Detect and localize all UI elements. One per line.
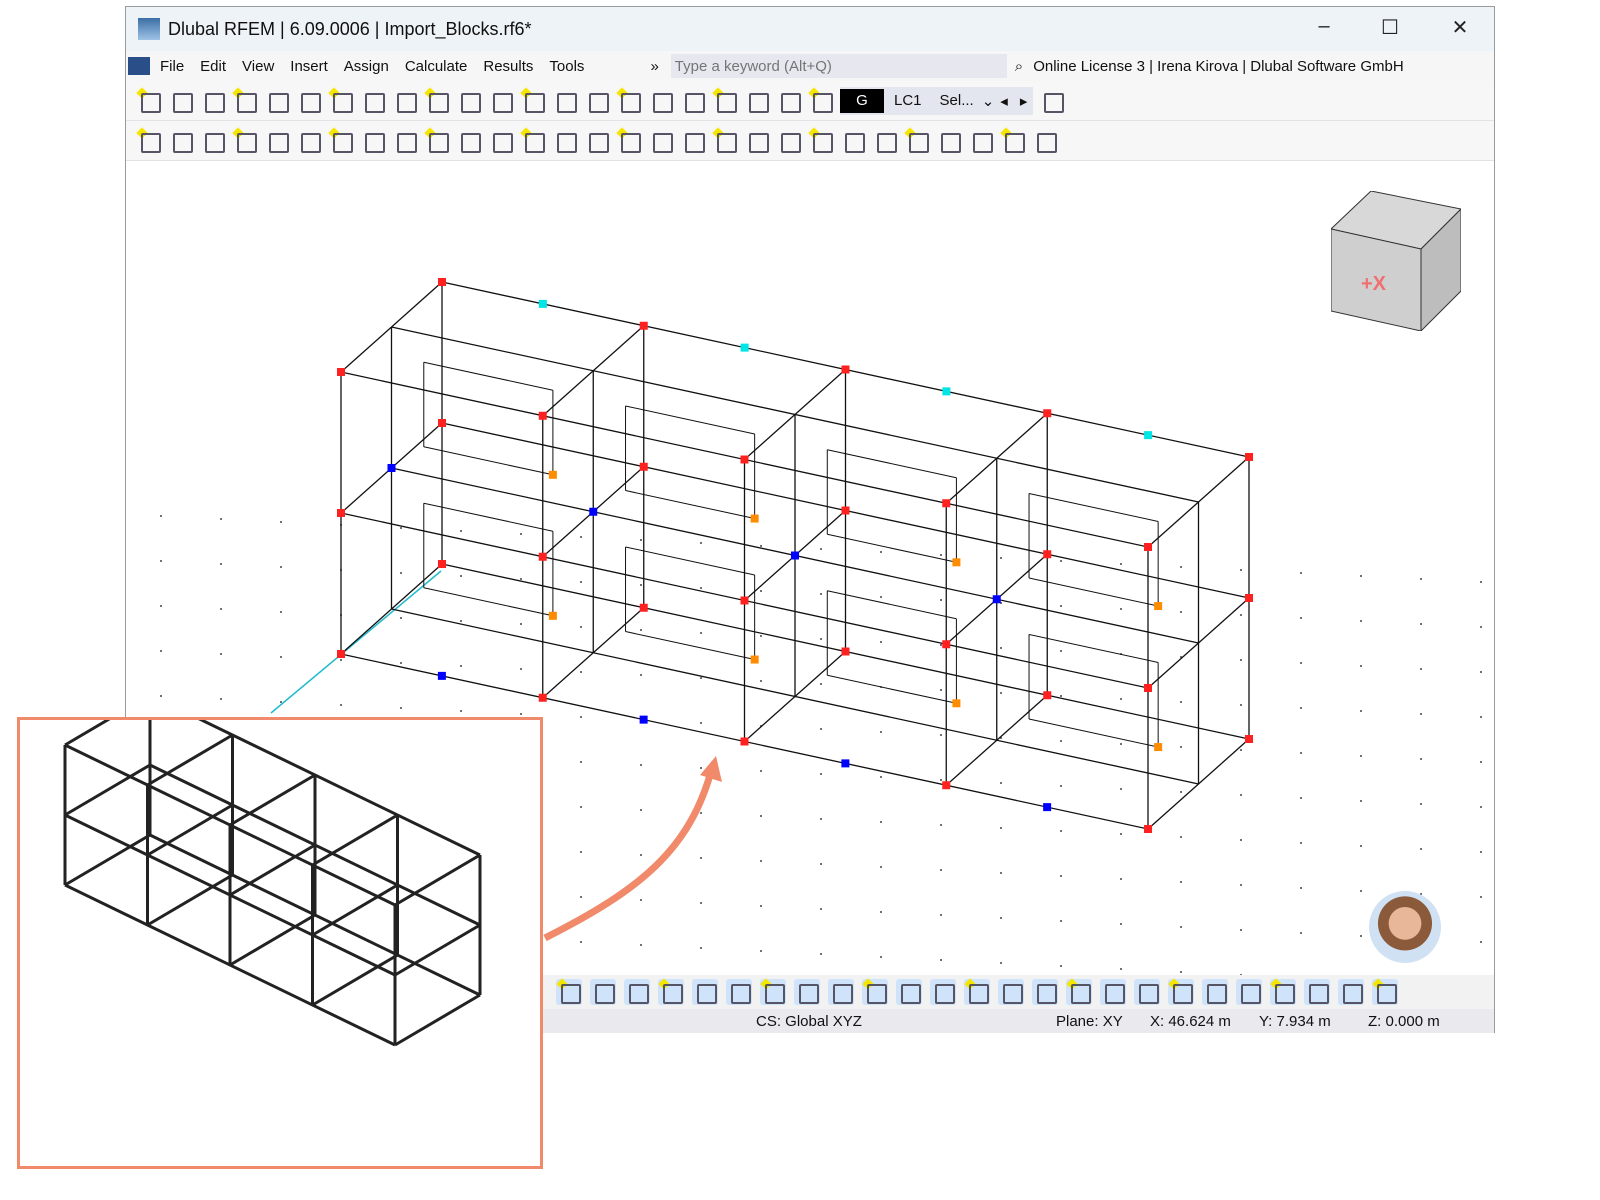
block-edge[interactable] xyxy=(394,923,481,977)
block-edge[interactable] xyxy=(229,913,316,967)
block-edge[interactable] xyxy=(394,993,481,1047)
block-edge[interactable] xyxy=(229,773,316,827)
block-edge[interactable] xyxy=(146,803,234,857)
imported-blocks-wireframe xyxy=(63,693,482,1047)
block-edge[interactable] xyxy=(311,953,399,1007)
cad-import-preview xyxy=(17,693,543,1169)
block-edge[interactable] xyxy=(146,733,234,787)
block-edge[interactable] xyxy=(64,763,151,817)
block-edge[interactable] xyxy=(64,833,151,887)
block-edge[interactable] xyxy=(229,843,316,897)
block-edge[interactable] xyxy=(394,853,481,907)
block-edge[interactable] xyxy=(146,873,234,927)
block-edge[interactable] xyxy=(311,813,399,867)
block-edge[interactable] xyxy=(311,883,399,937)
block-edge[interactable] xyxy=(64,693,151,747)
